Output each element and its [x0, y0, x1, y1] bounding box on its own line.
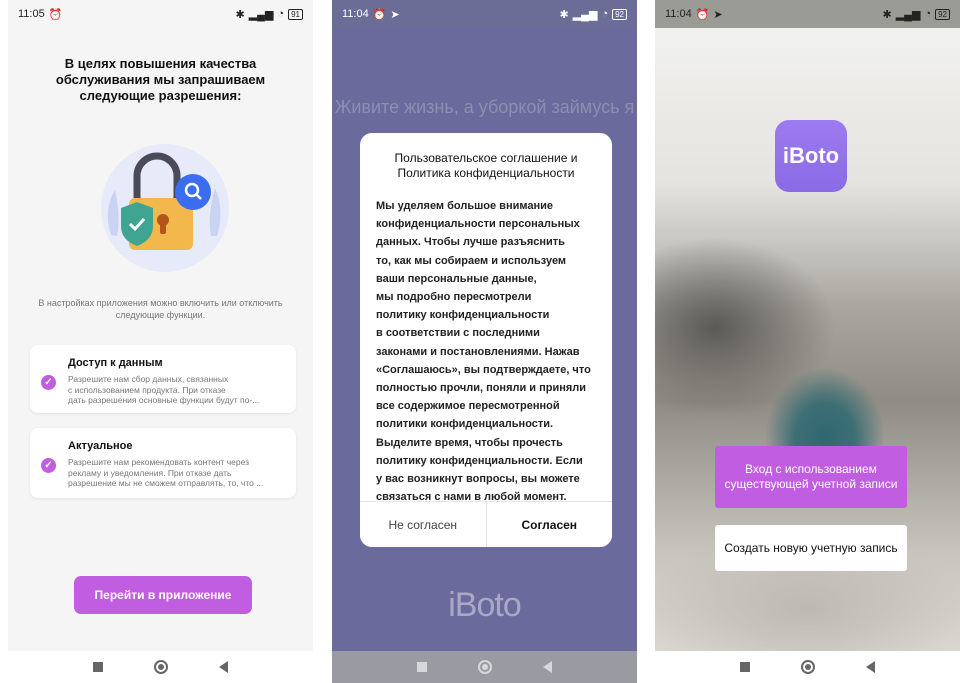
- permission-card-relevant[interactable]: ✓ Актуальное Разрешите нам рекомендовать…: [30, 428, 296, 498]
- nav-home-icon[interactable]: [800, 660, 815, 674]
- permission-card-data-access[interactable]: ✓ Доступ к данным Разрешите нам сбор дан…: [30, 345, 296, 413]
- dialog-text-line: все содержимое пересмотренной: [376, 400, 560, 413]
- wifi-icon: ◔: [277, 8, 285, 20]
- dialog-text-line: политики конфиденциальности.: [376, 418, 554, 431]
- splash-slogan: Живите жизнь, а уборкой займусь я: [334, 97, 635, 117]
- dialog-text-line: полностью прочли, поняли и приняли: [376, 382, 587, 395]
- permission-desc-line: Разрешите нам сбор данных, связанных: [68, 374, 229, 384]
- nav-recents-icon[interactable]: [417, 662, 428, 672]
- settings-note: В настройках приложения можно включить и…: [38, 298, 283, 320]
- permission-desc-line: разрешение мы не сможем отправлять, то, …: [68, 478, 264, 488]
- permission-desc-line: Разрешите нам рекомендовать контент чере…: [68, 457, 250, 467]
- dialog-text-line: в соответствии с последними: [376, 327, 540, 340]
- dialog-text-line: политику конфиденциальности: [376, 309, 550, 322]
- bluetooth-icon: ✱: [559, 8, 569, 21]
- status-bar: 11:05 ⏰ ✱ ▂▄▆ ◔ 91: [8, 0, 313, 28]
- telegram-icon: ➤: [713, 8, 723, 21]
- permission-title: Доступ к данным: [68, 357, 163, 369]
- dialog-text-line: то, как мы собираем и используем: [376, 254, 567, 267]
- privacy-dialog: Пользовательское соглашение и Политика к…: [360, 133, 612, 547]
- permission-desc-line: с использованием продукта. При отказе: [68, 384, 226, 395]
- signal-icon: ▂▄▆: [572, 8, 598, 21]
- login-screen: 11:04 ⏰ ➤ ✱ ▂▄▆ ◔ 92 iBoto Вход с исполь…: [655, 0, 960, 683]
- status-time: 11:04: [665, 8, 692, 20]
- permissions-screen: 11:05 ⏰ ✱ ▂▄▆ ◔ 91 В целях повышения кач…: [8, 0, 313, 683]
- dialog-text-line: политику конфиденциальности. Если: [376, 454, 583, 467]
- checkmark-icon[interactable]: ✓: [41, 458, 56, 473]
- privacy-dialog-screen: 11:04 ⏰ ➤ ✱ ▂▄▆ ◔ 92 Живите жизнь, а убо…: [332, 0, 637, 683]
- nav-back-icon[interactable]: [542, 661, 552, 673]
- signal-icon: ▂▄▆: [895, 8, 921, 21]
- dialog-text-line: «Соглашаюсь», вы подтверждаете, что: [376, 363, 591, 376]
- dialog-text-line: у вас возникнут вопросы, вы можете: [376, 473, 580, 486]
- dialog-body[interactable]: Мы уделяем большое внимание конфиденциал…: [376, 197, 598, 506]
- dialog-text-line: законами и постановлениями. Нажав: [376, 345, 580, 358]
- nav-back-icon[interactable]: [218, 661, 228, 673]
- nav-recents-icon[interactable]: [93, 662, 104, 672]
- bluetooth-icon: ✱: [882, 8, 892, 21]
- alarm-icon: ⏰: [48, 8, 63, 21]
- permission-desc-line: дать разрешения основные функции будут п…: [68, 395, 260, 405]
- login-existing-account-button[interactable]: Вход с использованием существующей учетн…: [715, 446, 907, 508]
- iboto-logo: iBoto: [448, 586, 522, 624]
- nav-home-icon[interactable]: [477, 660, 492, 674]
- system-nav-bar: [332, 651, 637, 683]
- alarm-icon: ⏰: [372, 8, 387, 21]
- go-to-app-button[interactable]: Перейти в приложение: [74, 576, 252, 614]
- dialog-text-line: конфиденциальности персональных: [376, 218, 580, 231]
- status-bar: 11:04 ⏰ ➤ ✱ ▂▄▆ ◔ 92: [332, 0, 637, 28]
- iboto-app-logo: iBoto: [775, 120, 847, 192]
- battery-icon: 92: [935, 8, 950, 20]
- nav-recents-icon[interactable]: [740, 662, 751, 672]
- status-time: 11:05: [18, 8, 45, 20]
- system-nav-bar: [8, 651, 313, 683]
- dialog-text-line: Мы уделяем большое внимание: [376, 200, 553, 212]
- system-nav-bar: [655, 651, 960, 683]
- dialog-text-line: данных. Чтобы лучше разъяснить: [376, 236, 565, 249]
- status-time: 11:04: [342, 8, 369, 20]
- permission-desc-line: рекламу и уведомления. При отказе дать: [68, 467, 232, 478]
- battery-icon: 91: [288, 8, 303, 20]
- battery-icon: 92: [612, 8, 627, 20]
- permission-title: Актуальное: [68, 440, 133, 452]
- checkmark-icon[interactable]: ✓: [41, 375, 56, 390]
- alarm-icon: ⏰: [695, 8, 710, 21]
- dialog-text-line: ваши персональные данные,: [376, 272, 537, 285]
- bluetooth-icon: ✱: [235, 8, 245, 21]
- page-title: В целях повышения качества обслуживания …: [55, 56, 266, 103]
- status-bar: 11:04 ⏰ ➤ ✱ ▂▄▆ ◔ 92: [655, 0, 960, 28]
- nav-back-icon[interactable]: [865, 661, 875, 673]
- nav-home-icon[interactable]: [153, 660, 168, 674]
- dialog-text-line: Выделите время, чтобы прочесть: [376, 436, 563, 449]
- dialog-title: Пользовательское соглашение и Политика к…: [394, 151, 578, 180]
- lock-search-illustration: [101, 144, 229, 272]
- dialog-actions: Не согласен Согласен: [360, 501, 612, 547]
- wifi-icon: ◔: [601, 8, 609, 20]
- dialog-text-line: мы подробно пересмотрели: [376, 291, 532, 304]
- wifi-icon: ◔: [924, 8, 932, 20]
- agree-button[interactable]: Согласен: [485, 502, 612, 547]
- telegram-icon: ➤: [390, 8, 400, 21]
- signal-icon: ▂▄▆: [248, 8, 274, 21]
- disagree-button[interactable]: Не согласен: [360, 502, 486, 547]
- create-account-button[interactable]: Создать новую учетную запись: [715, 525, 907, 571]
